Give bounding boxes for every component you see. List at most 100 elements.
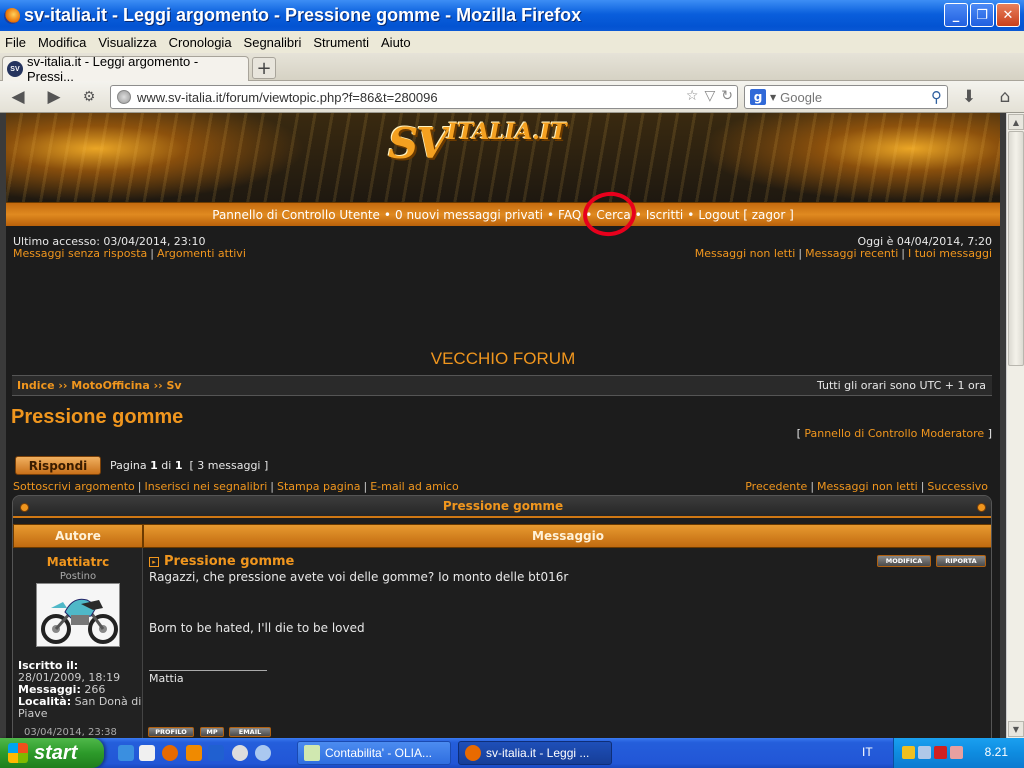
nav-faq[interactable]: FAQ <box>558 208 581 222</box>
messenger-icon[interactable] <box>208 745 224 761</box>
print-page-link[interactable]: Stampa pagina <box>277 480 360 493</box>
unread-topic-link[interactable]: Messaggi non letti <box>817 480 918 493</box>
media-player-icon[interactable] <box>232 745 248 761</box>
scrollbar-thumb[interactable] <box>1008 131 1024 366</box>
sv-favicon-icon: SV <box>7 61 23 77</box>
timezone-note: Tutti gli orari sono UTC + 1 ora <box>816 379 986 392</box>
minimize-button[interactable]: _ <box>944 3 968 27</box>
corner-dot-icon <box>977 503 986 512</box>
avatar[interactable] <box>36 583 120 647</box>
bookmark-topic-link[interactable]: Inserisci nei segnalibri <box>145 480 268 493</box>
menu-aiuto[interactable]: Aiuto <box>379 35 413 50</box>
profile-button[interactable]: PROFILO <box>148 727 194 737</box>
menu-visualizza[interactable]: Visualizza <box>96 35 158 50</box>
home-icon[interactable]: ⌂ <box>995 87 1015 107</box>
play-icon[interactable] <box>255 745 271 761</box>
motorcycle-avatar-image <box>37 584 119 646</box>
breadcrumb[interactable]: Indice ›› MotoOfficina ›› Sv <box>17 379 182 392</box>
message-count: [ 3 messaggi ] <box>189 459 269 472</box>
firefox-icon <box>4 7 20 24</box>
menu-segnalibri[interactable]: Segnalibri <box>242 35 304 50</box>
reply-button[interactable]: Rispondi <box>15 456 101 475</box>
firefox-quicklaunch-icon[interactable] <box>162 745 178 761</box>
report-post-button[interactable]: RIPORTA <box>936 555 986 567</box>
sv-italia-logo[interactable]: SVITALIA.IT <box>388 119 618 175</box>
tray-folder-icon[interactable] <box>902 746 915 759</box>
previous-topic-link[interactable]: Precedente <box>745 480 807 493</box>
tab-sv-italia[interactable]: SV sv-italia.it - Leggi argomento - Pres… <box>2 54 249 84</box>
forward-arrow-icon[interactable]: ▶ <box>44 87 64 107</box>
link-unread[interactable]: Messaggi non letti <box>695 247 796 260</box>
scroll-down-arrow-icon[interactable]: ▼ <box>1008 721 1024 737</box>
post-text-line-1: Ragazzi, che pressione avete voi delle g… <box>149 570 569 584</box>
download-icon[interactable]: ⬇ <box>959 87 979 107</box>
link-unanswered[interactable]: Messaggi senza risposta <box>13 247 147 260</box>
moderator-panel-link[interactable]: Pannello di Controllo Moderatore <box>804 427 984 440</box>
search-bar[interactable]: g ▼ ⚲ <box>744 85 948 109</box>
tab-bar: SV sv-italia.it - Leggi argomento - Pres… <box>0 53 1024 84</box>
menu-strumenti[interactable]: Strumenti <box>311 35 371 50</box>
old-forum-heading[interactable]: VECCHIO FORUM <box>6 349 1000 369</box>
ie-icon[interactable] <box>118 745 134 761</box>
system-clock[interactable]: 8.21 <box>985 745 1008 759</box>
window-titlebar[interactable]: sv-italia.it - Leggi argomento - Pressio… <box>0 0 1024 31</box>
edit-post-button[interactable]: MODIFICA <box>877 555 931 567</box>
close-button[interactable]: ✕ <box>996 3 1020 27</box>
taskbar-window-contabilita[interactable]: Contabilita' - OLIA... <box>297 741 451 765</box>
quick-links-left: Messaggi senza risposta | Argomenti attivi <box>13 247 246 260</box>
topic-actions-right: Precedente | Messaggi non letti | Successivo <box>745 480 988 493</box>
menu-modifica[interactable]: Modifica <box>36 35 88 50</box>
breadcrumb-bar: Indice ›› MotoOfficina ›› Sv Tutti gli o… <box>12 375 992 396</box>
search-engine-dropdown-icon[interactable]: ▼ <box>770 93 776 102</box>
taskbar-window-firefox[interactable]: sv-italia.it - Leggi ... <box>458 741 612 765</box>
post-title[interactable]: ▸ Pressione gomme <box>149 554 294 569</box>
corner-dot-icon <box>20 503 29 512</box>
tray-network-icon[interactable] <box>918 746 931 759</box>
nav-private-messages[interactable]: 0 nuovi messaggi privati <box>395 208 543 222</box>
reload-icon[interactable]: ↻ <box>721 88 733 104</box>
nav-iscritti[interactable]: Iscritti <box>646 208 683 222</box>
email-button[interactable]: EMAIL <box>229 727 271 737</box>
new-tab-button[interactable]: + <box>252 57 276 79</box>
url-dropdown-icon[interactable]: ▽ <box>704 88 715 104</box>
search-icon[interactable]: ⚲ <box>931 88 942 106</box>
next-topic-link[interactable]: Successivo <box>927 480 988 493</box>
bookmark-star-icon[interactable]: ☆ <box>686 88 699 104</box>
forum-page: SVITALIA.IT Pannello di Controllo Utente… <box>6 113 1000 738</box>
author-name[interactable]: Mattiatrc <box>13 555 143 569</box>
url-bar[interactable]: www.sv-italia.it/forum/viewtopic.php?f=8… <box>110 85 738 109</box>
tray-security-icon[interactable] <box>950 746 963 759</box>
vertical-scrollbar[interactable]: ▲ ▼ <box>1006 113 1024 738</box>
subscribe-topic-link[interactable]: Sottoscrivi argomento <box>13 480 135 493</box>
url-text[interactable]: www.sv-italia.it/forum/viewtopic.php?f=8… <box>137 90 438 105</box>
author-details: Iscritto il: 28/01/2009, 18:19 Messaggi:… <box>18 659 142 720</box>
show-desktop-icon[interactable] <box>139 745 155 761</box>
start-button[interactable]: start <box>0 738 104 768</box>
back-arrow-icon[interactable]: ◀ <box>8 87 28 107</box>
nav-user-control-panel[interactable]: Pannello di Controllo Utente <box>212 208 380 222</box>
scroll-up-arrow-icon[interactable]: ▲ <box>1008 114 1024 130</box>
link-recent[interactable]: Messaggi recenti <box>805 247 898 260</box>
nav-logout[interactable]: Logout [ zagor ] <box>698 208 793 222</box>
link-my-posts[interactable]: I tuoi messaggi <box>908 247 992 260</box>
post-signature: Mattia <box>149 672 184 685</box>
nav-separator: • <box>383 207 391 222</box>
google-icon[interactable]: g <box>750 89 766 105</box>
menu-cronologia[interactable]: Cronologia <box>167 35 234 50</box>
spreadsheet-icon <box>304 745 320 761</box>
post-footer-strip: 03/04/2014, 23:38 PROFILO MP EMAIL <box>12 727 992 738</box>
maximize-button[interactable]: ❐ <box>970 3 994 27</box>
post-text-line-2: Born to be hated, I'll die to be loved <box>149 621 365 635</box>
link-active-topics[interactable]: Argomenti attivi <box>157 247 246 260</box>
window-title: sv-italia.it - Leggi argomento - Pressio… <box>24 5 582 25</box>
email-friend-link[interactable]: E-mail ad amico <box>370 480 459 493</box>
topic-title[interactable]: Pressione gomme <box>11 406 183 429</box>
post-body: ▸ Pressione gomme MODIFICA RIPORTA Ragaz… <box>144 548 991 738</box>
pm-button[interactable]: MP <box>200 727 224 737</box>
menu-file[interactable]: File <box>3 35 28 50</box>
language-indicator[interactable]: IT <box>862 745 873 759</box>
tray-antivirus-icon[interactable] <box>934 746 947 759</box>
vlc-icon[interactable] <box>186 745 202 761</box>
search-input[interactable] <box>780 89 921 105</box>
site-identity-icon[interactable]: ⚙ <box>79 87 99 107</box>
